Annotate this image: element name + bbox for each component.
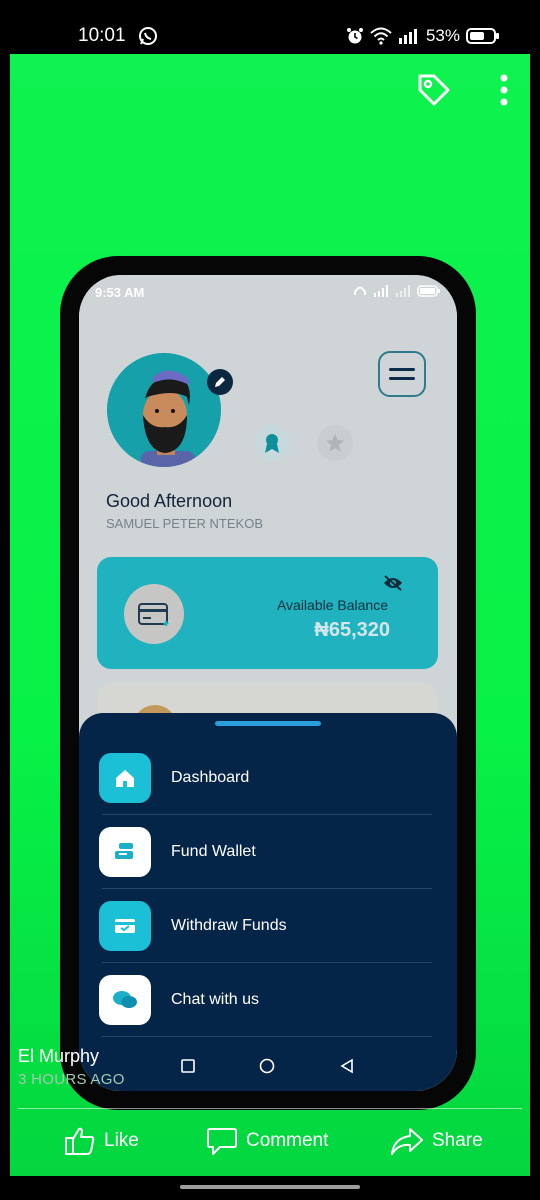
battery-icon: [466, 28, 499, 44]
phone-screen: 9:53 AM Good Afternoon SAMUEL PETER NTEK…: [79, 275, 457, 1091]
wallet-icon: [99, 827, 151, 877]
star-badge[interactable]: [317, 425, 353, 461]
home-button-icon[interactable]: [259, 1058, 275, 1074]
footer-divider: [18, 1108, 522, 1109]
inner-status-time: 9:53 AM: [95, 285, 145, 300]
balance-label: Available Balance: [276, 597, 388, 613]
credit-card-icon: [138, 603, 169, 626]
menu-item-label: Dashboard: [171, 769, 250, 786]
share-icon: [391, 1128, 423, 1155]
more-options-icon[interactable]: [490, 72, 518, 108]
headphones-icon: [354, 286, 366, 295]
menu-item-dashboard[interactable]: Dashboard: [99, 741, 433, 815]
gesture-bar[interactable]: [180, 1185, 360, 1189]
wifi-icon: [370, 27, 392, 45]
whatsapp-icon: [139, 27, 157, 45]
pencil-icon: [215, 377, 225, 387]
hide-balance-icon[interactable]: [383, 575, 403, 591]
comment-label: Comment: [246, 1130, 329, 1151]
balance-card[interactable]: Available Balance ₦65,320: [97, 557, 438, 669]
android-nav-bar: [79, 1041, 457, 1091]
achievement-badge[interactable]: [254, 425, 290, 461]
back-icon[interactable]: [339, 1058, 355, 1074]
menu-item-label: Fund Wallet: [171, 843, 256, 860]
avatar[interactable]: [107, 353, 221, 467]
signal-icon: [374, 285, 388, 297]
story-time: 3 HOURS AGO: [18, 1071, 125, 1088]
battery-percent: 53%: [425, 26, 460, 45]
hamburger-menu-button[interactable]: [378, 351, 426, 397]
status-time: 10:01: [78, 25, 126, 46]
ribbon-icon: [265, 434, 279, 453]
share-label: Share: [432, 1130, 483, 1151]
card-icon: [99, 901, 151, 951]
avatar-illustration: [107, 353, 221, 467]
comment-button[interactable]: Comment: [206, 1126, 328, 1156]
story-author[interactable]: El Murphy: [18, 1046, 99, 1067]
menu-item-label: Withdraw Funds: [171, 917, 287, 934]
thumbs-up-icon: [65, 1127, 95, 1155]
menu-item-label: Chat with us: [171, 991, 260, 1008]
bottom-sheet-menu: Dashboard Fund Wallet Withdraw Funds Cha…: [79, 713, 457, 1091]
card-icon-circle: [124, 584, 184, 644]
balance-value: ₦65,320: [314, 619, 390, 641]
phone-mockup: 9:53 AM Good Afternoon SAMUEL PETER NTEK…: [60, 256, 476, 1110]
menu-bar: [389, 377, 415, 380]
divider: [102, 1036, 432, 1037]
menu-item-withdraw-funds[interactable]: Withdraw Funds: [99, 889, 433, 963]
edit-profile-button[interactable]: [207, 369, 233, 395]
recents-icon[interactable]: [181, 1059, 195, 1073]
tag-icon[interactable]: [414, 70, 454, 110]
like-button[interactable]: Like: [64, 1126, 139, 1156]
chat-icon: [99, 975, 151, 1025]
comment-icon: [207, 1128, 237, 1155]
story-actions: Like Comment Share: [10, 1112, 530, 1174]
signal-icon: [398, 29, 417, 44]
greeting-text: Good Afternoon: [106, 491, 233, 511]
share-button[interactable]: Share: [390, 1126, 483, 1156]
story-viewer[interactable]: 9:53 AM Good Afternoon SAMUEL PETER NTEK…: [10, 54, 530, 1176]
device-status-bar: 10:01 53%: [0, 0, 540, 54]
menu-bar: [389, 368, 415, 371]
like-label: Like: [104, 1130, 139, 1151]
alarm-icon: [346, 28, 363, 44]
home-icon: [99, 753, 151, 803]
status-icons: 53%: [346, 24, 500, 48]
sheet-handle[interactable]: [215, 721, 321, 726]
signal-icon: [396, 285, 410, 297]
inner-status-icons: [353, 285, 441, 297]
menu-item-fund-wallet[interactable]: Fund Wallet: [99, 815, 433, 889]
menu-item-chat-with-us[interactable]: Chat with us: [99, 963, 433, 1037]
battery-icon: [417, 285, 440, 297]
user-name: SAMUEL PETER NTEKOB: [106, 516, 263, 531]
star-icon: [326, 434, 344, 452]
